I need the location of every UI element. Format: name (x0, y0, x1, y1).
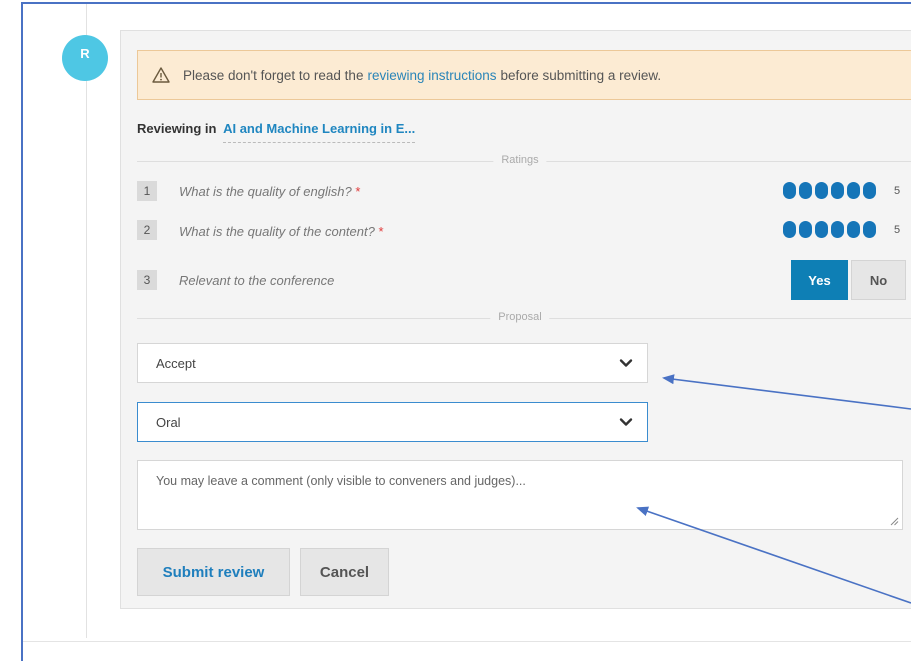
annotation-arrow (636, 506, 911, 604)
annotation-arrows (636, 374, 911, 604)
annotation-arrow (662, 374, 911, 410)
